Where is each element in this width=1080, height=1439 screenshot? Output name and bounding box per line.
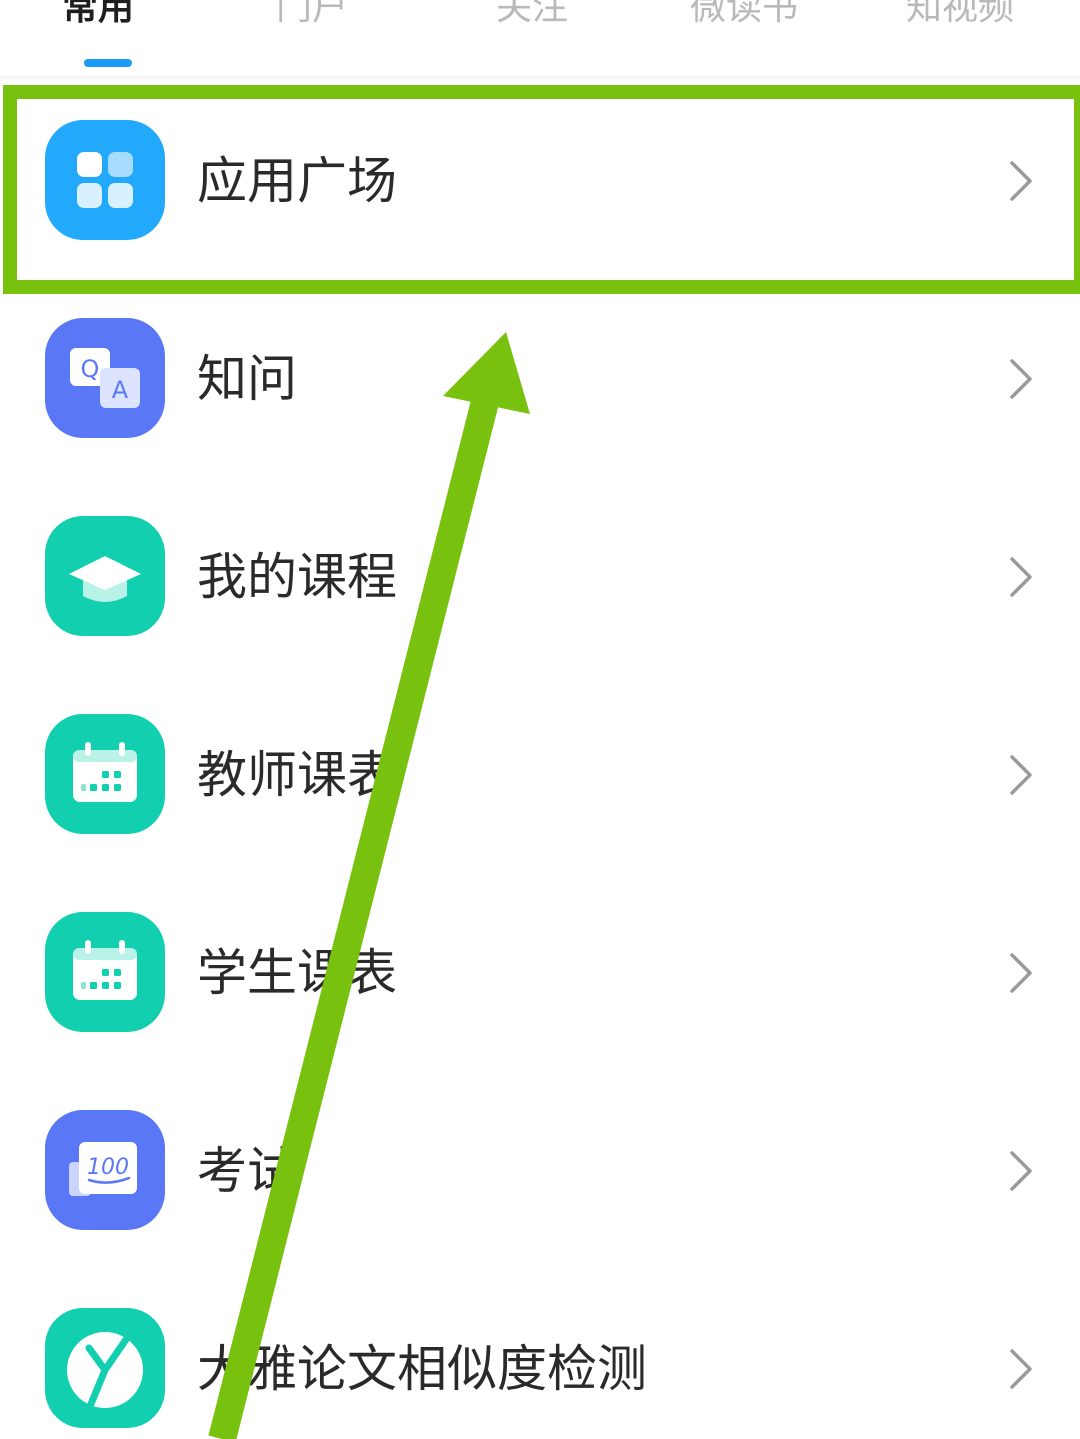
list-item-exam[interactable]: 100 考试 [0, 1086, 1080, 1284]
top-tab-bar: 常用 门户 关注 微读书 知视频 [0, 0, 1080, 76]
annotation-highlight-box [3, 85, 1080, 294]
tab-portal[interactable]: 门户 [276, 0, 348, 38]
chevron-right-icon [1010, 557, 1032, 597]
list-item-label: 我的课程 [197, 548, 397, 606]
tab-bar-divider [0, 76, 1080, 82]
qa-q-glyph: Q [81, 355, 100, 383]
calendar-icon [45, 912, 165, 1032]
list-item-label: 学生课表 [197, 944, 397, 1002]
chevron-right-icon [1010, 953, 1032, 993]
chevron-right-icon [1010, 1151, 1032, 1191]
tab-follow[interactable]: 关注 [496, 0, 568, 38]
chevron-right-icon [1010, 359, 1032, 399]
exam-score-icon: 100 [45, 1110, 165, 1230]
exam-score-glyph: 100 [87, 1155, 129, 1180]
list-item-teacher-schedule[interactable]: 教师课表 [0, 690, 1080, 888]
list-item-label: 教师课表 [197, 746, 397, 804]
list-item-zhiwen[interactable]: Q A 知问 [0, 294, 1080, 492]
list-item-daya-plagiarism-check[interactable]: 大雅论文相似度检测 [0, 1284, 1080, 1439]
tab-knowledge-video[interactable]: 知视频 [906, 0, 1014, 38]
list-item-my-courses[interactable]: 我的课程 [0, 492, 1080, 690]
list-item-label: 大雅论文相似度检测 [197, 1340, 647, 1398]
tab-micro-reading[interactable]: 微读书 [690, 0, 798, 38]
graduation-cap-icon [45, 516, 165, 636]
app-screen: 常用 门户 关注 微读书 知视频 应用广场 Q A 知问 我的课程 教师课表 学… [0, 0, 1080, 1439]
list-item-label: 考试 [197, 1142, 297, 1200]
chevron-right-icon [1010, 1349, 1032, 1389]
qa-a-glyph: A [112, 376, 129, 404]
chevron-right-icon [1010, 755, 1032, 795]
list-item-label: 知问 [197, 350, 297, 408]
tab-common[interactable]: 常用 [62, 0, 134, 38]
list-item-student-schedule[interactable]: 学生课表 [0, 888, 1080, 1086]
active-tab-indicator [84, 59, 132, 67]
daya-logo-icon [45, 1308, 165, 1428]
qa-icon: Q A [45, 318, 165, 438]
calendar-icon [45, 714, 165, 834]
